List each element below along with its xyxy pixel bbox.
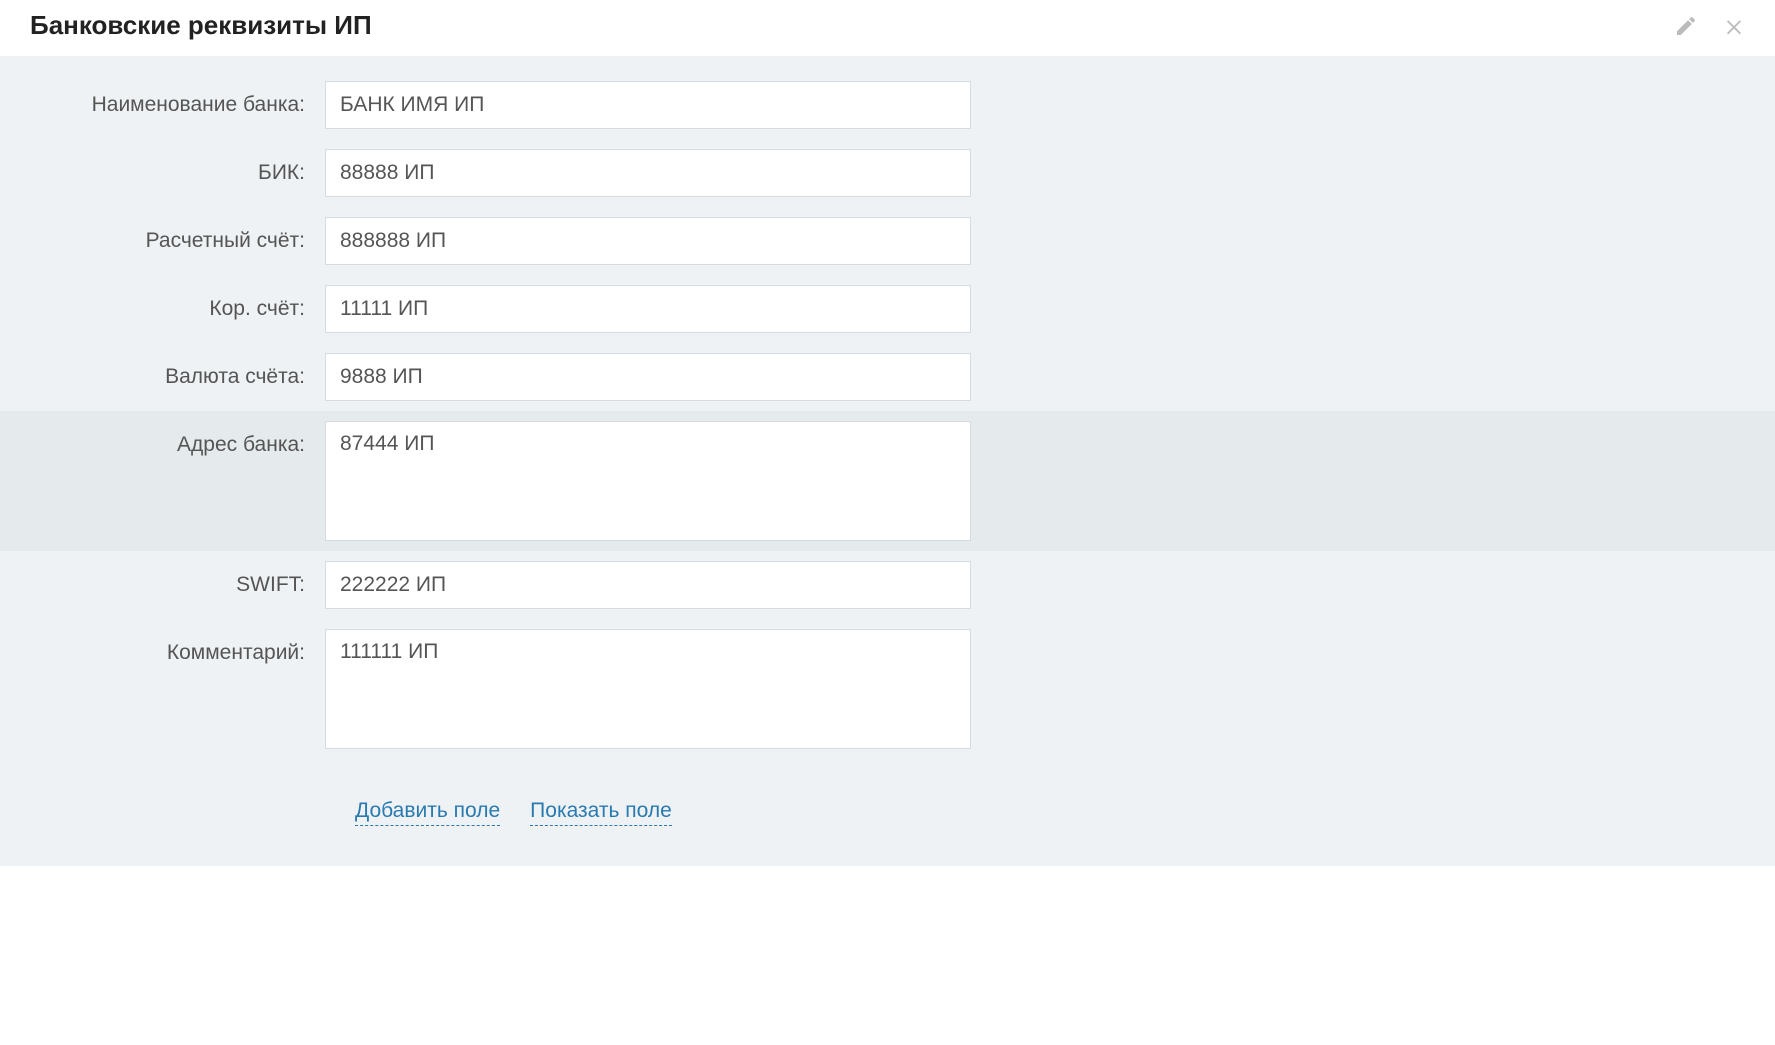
row-bank-name: Наименование банка: xyxy=(0,71,1775,139)
row-bank-address: Адрес банка: xyxy=(0,411,1775,551)
page-title: Банковские реквизиты ИП xyxy=(30,10,372,41)
actions-links: Добавить поле Показать поле xyxy=(355,799,672,826)
input-bank-name[interactable] xyxy=(325,81,971,129)
input-bic[interactable] xyxy=(325,149,971,197)
actions-row: Добавить поле Показать поле xyxy=(0,759,1775,836)
row-currency: Валюта счёта: xyxy=(0,343,1775,411)
close-icon[interactable] xyxy=(1723,15,1745,37)
label-account: Расчетный счёт: xyxy=(30,217,325,253)
input-swift[interactable] xyxy=(325,561,971,609)
show-field-link[interactable]: Показать поле xyxy=(530,799,672,826)
row-bic: БИК: xyxy=(0,139,1775,207)
edit-icon[interactable] xyxy=(1674,14,1698,38)
input-bank-address[interactable] xyxy=(325,421,971,541)
label-bic: БИК: xyxy=(30,149,325,185)
row-account: Расчетный счёт: xyxy=(0,207,1775,275)
input-corr-account[interactable] xyxy=(325,285,971,333)
label-comment: Комментарий: xyxy=(30,629,325,665)
label-currency: Валюта счёта: xyxy=(30,353,325,389)
header-actions xyxy=(1674,14,1745,38)
label-corr-account: Кор. счёт: xyxy=(30,285,325,321)
label-bank-name: Наименование банка: xyxy=(30,81,325,117)
input-account[interactable] xyxy=(325,217,971,265)
input-currency[interactable] xyxy=(325,353,971,401)
label-bank-address: Адрес банка: xyxy=(30,421,325,457)
add-field-link[interactable]: Добавить поле xyxy=(355,799,500,826)
row-comment: Комментарий: xyxy=(0,619,1775,759)
input-comment[interactable] xyxy=(325,629,971,749)
section-header: Банковские реквизиты ИП xyxy=(0,0,1775,56)
row-corr-account: Кор. счёт: xyxy=(0,275,1775,343)
form-area: Наименование банка: БИК: Расчетный счёт:… xyxy=(0,56,1775,866)
actions-spacer xyxy=(30,799,355,826)
row-swift: SWIFT: xyxy=(0,551,1775,619)
label-swift: SWIFT: xyxy=(30,561,325,597)
